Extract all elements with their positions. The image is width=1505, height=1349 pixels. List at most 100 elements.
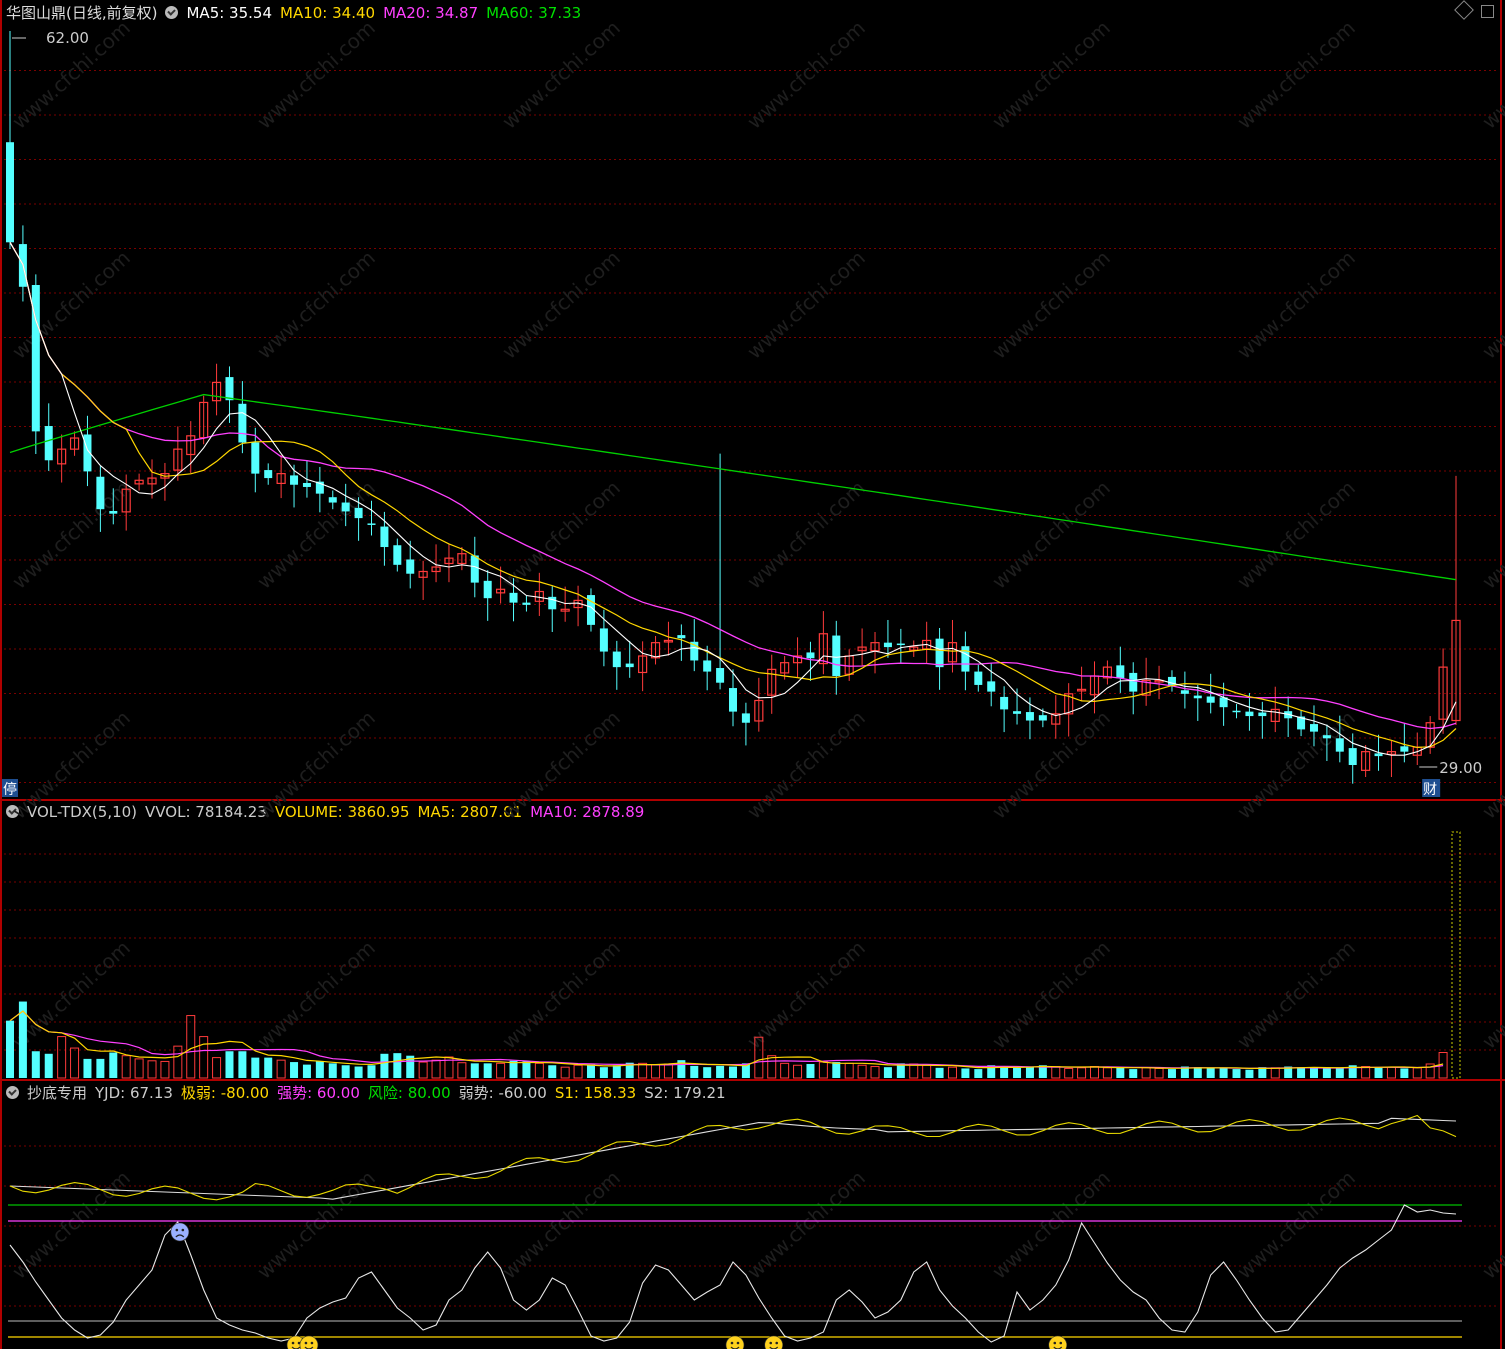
watermark-text: www.cfchi.com [987,706,1114,824]
volume-bar-down [1245,1069,1254,1078]
volume-bar-up [134,1058,144,1079]
volume-bar-down [109,1052,118,1078]
volume-bar-up [844,1062,854,1079]
candle-body-down [1258,712,1267,717]
smiley-face-icon-eye [736,1341,740,1345]
smiley-face-icon [299,1335,319,1349]
volume-bar-down [1309,1067,1318,1078]
volume-bar-down [290,1062,299,1078]
watermark-text: www.cfchi.com [742,706,869,824]
volume-bar-last [1451,831,1461,1079]
volume-bar-up [560,1066,570,1079]
candle-body-down [509,592,518,603]
smiley-face-icon-eye [769,1341,773,1345]
candle-body-down [96,476,105,510]
volume-bar-up [276,1059,286,1079]
cai-tag: 财 [1423,782,1437,798]
candle-body-down [677,635,686,639]
smiley-face-icon [725,1335,745,1349]
watermark-text: www.cfchi.com [742,936,869,1054]
volume-bar-down [31,1051,40,1078]
candle-body-down [483,580,492,599]
volume-bar-up [1154,1067,1164,1079]
volume-bar-down [1374,1067,1383,1078]
volume-bar-up [922,1064,932,1079]
volume-bar-up [1270,1067,1280,1079]
volume-bar-down [1129,1069,1138,1078]
candle-body-down [1000,696,1009,710]
candle-body-down [883,642,892,648]
volume-bar-down [367,1065,376,1078]
s1-line [9,1114,1457,1201]
smiley-face-icon-eye [291,1341,295,1345]
smiley-face-icon-eye [310,1341,314,1345]
volume-bar-down [1167,1069,1176,1078]
volume-bar-down [1116,1067,1125,1078]
candle-body-down [1013,711,1022,714]
candle-body-down [1322,735,1331,739]
candle-body-down [806,652,815,659]
watermark-text: www.cfchi.com [252,246,379,364]
candle-body-down [1348,748,1357,765]
watermark-text: www.cfchi.com [497,706,624,824]
candle-body-down [1193,695,1202,699]
candle-body-down [974,671,983,685]
watermark-text: www.cfchi.com [742,16,869,134]
volume-bar-down [483,1063,492,1078]
watermark-text: www.cfchi.com [742,246,869,364]
volume-bar-down [703,1067,712,1078]
volume-bar-down [1025,1067,1034,1078]
smiley-face-icon-eye [1053,1341,1057,1345]
volume-bar-up [767,1055,777,1079]
volume-bar-down [1000,1066,1009,1078]
volume-ma10-line [9,1010,1444,1069]
volume-bar-down [1232,1069,1241,1078]
candle-body-down [703,660,712,672]
candle-body-down [328,497,337,503]
volume-bar-down [238,1051,247,1078]
sad-face-icon [170,1222,190,1242]
volume-bar-down [716,1065,725,1078]
candle-body-down [302,482,311,487]
volume-bar-down [470,1063,479,1078]
watermark-text: www.cfchi.com [252,706,379,824]
volume-bar-up [651,1064,661,1079]
candle-body-down [406,559,415,574]
candle-body-down [987,681,996,692]
watermark-text: www.cfchi.com [987,476,1114,594]
candle-body-down [961,646,970,672]
volume-bar-down [522,1061,531,1078]
watermark-text: www.cfchi.com [1232,936,1359,1054]
candle-body-down [5,142,15,243]
volume-bar-down [1297,1067,1306,1078]
candle-body-down [832,635,841,677]
smiley-face-icon-eye [775,1341,779,1345]
volume-bar-up [1064,1067,1074,1079]
candle-body-down [1025,712,1034,721]
volume-bar-up [121,1055,131,1079]
candle-body-down [1232,710,1241,713]
volume-bar-up [1141,1067,1151,1079]
candle-body-down [251,442,260,474]
volume-bar-up [1102,1067,1112,1079]
volume-bar-down [264,1057,273,1078]
watermark-text: www.cfchi.com [7,706,134,824]
volume-bar-up [199,1036,209,1079]
volume-bar-up [57,1036,67,1079]
volume-bar-up [1386,1066,1396,1079]
watermark-text: www.cfchi.com [1232,476,1359,594]
candle-body-down [1180,690,1189,694]
candle-body-down [44,426,53,461]
watermark-text: www.cfchi.com [987,936,1114,1054]
watermark-text: www.cfchi.com [987,16,1114,134]
volume-bar-up [1361,1066,1371,1079]
watermark-text: www.cfchi.com [987,246,1114,364]
s2-line [9,1117,1457,1200]
volume-bar-up [818,1061,828,1079]
volume-bar-down [935,1067,944,1078]
candle-body-down [393,545,402,565]
stock-chart-canvas[interactable]: www.cfchi.com www.cfchi.com www.cfchi.com w… [0,0,1505,1349]
candle-body-down [1309,724,1318,732]
volume-bar-down [393,1053,402,1078]
candle-body-down [225,377,234,401]
